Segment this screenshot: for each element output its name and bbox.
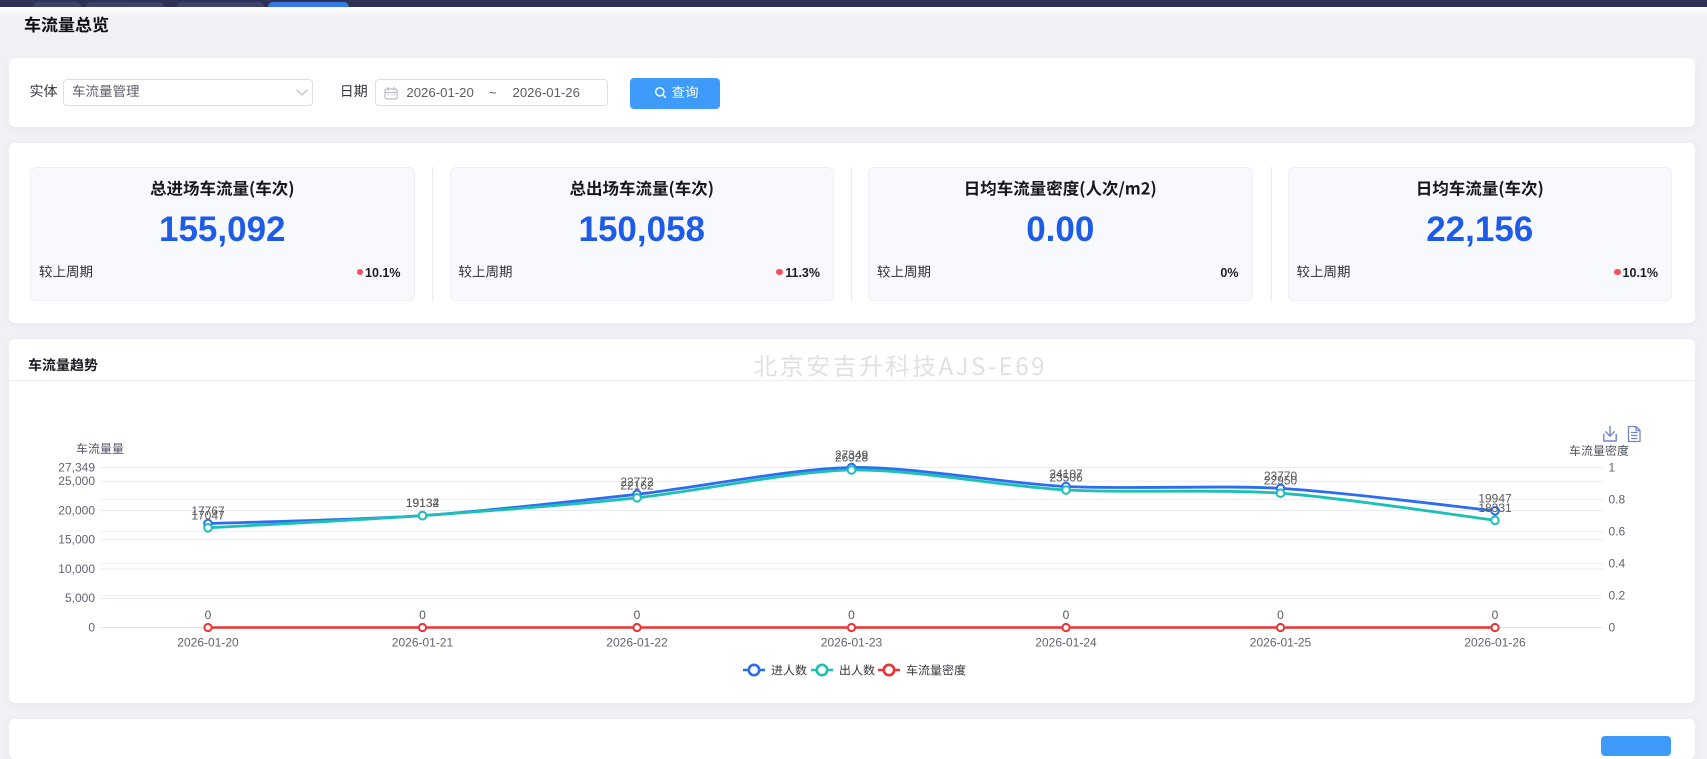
svg-text:0.4: 0.4 — [1609, 557, 1626, 571]
svg-text:27,349: 27,349 — [58, 461, 95, 475]
svg-text:15,000: 15,000 — [58, 533, 95, 547]
svg-text:1: 1 — [1609, 461, 1616, 475]
svg-text:0: 0 — [1277, 608, 1284, 622]
svg-text:2026-01-24: 2026-01-24 — [1035, 636, 1097, 650]
svg-text:0: 0 — [1609, 621, 1616, 635]
svg-text:20,000: 20,000 — [58, 504, 95, 518]
svg-text:22162: 22162 — [620, 478, 654, 492]
svg-text:2026-01-22: 2026-01-22 — [606, 636, 668, 650]
svg-text:23506: 23506 — [1049, 471, 1083, 485]
svg-text:0: 0 — [634, 608, 641, 622]
svg-text:2026-01-26: 2026-01-26 — [1464, 636, 1526, 650]
svg-text:0: 0 — [419, 608, 426, 622]
svg-text:0: 0 — [205, 608, 212, 622]
svg-text:0: 0 — [88, 621, 95, 635]
svg-text:19132: 19132 — [406, 496, 440, 510]
svg-text:0: 0 — [1063, 608, 1070, 622]
svg-text:2026-01-20: 2026-01-20 — [177, 636, 239, 650]
svg-text:17047: 17047 — [191, 508, 225, 522]
svg-text:0: 0 — [848, 608, 855, 622]
svg-text:0.8: 0.8 — [1609, 493, 1626, 507]
svg-text:18331: 18331 — [1478, 501, 1512, 515]
svg-text:2026-01-21: 2026-01-21 — [392, 636, 454, 650]
svg-text:25,000: 25,000 — [58, 474, 95, 488]
svg-text:26928: 26928 — [835, 451, 869, 465]
svg-text:2026-01-23: 2026-01-23 — [821, 636, 883, 650]
svg-text:0.6: 0.6 — [1609, 525, 1626, 539]
svg-text:0.2: 0.2 — [1609, 589, 1626, 603]
svg-text:2026-01-25: 2026-01-25 — [1250, 636, 1312, 650]
svg-text:0: 0 — [1492, 608, 1499, 622]
svg-text:5,000: 5,000 — [65, 591, 95, 605]
svg-text:10,000: 10,000 — [58, 562, 95, 576]
svg-text:22950: 22950 — [1264, 474, 1298, 488]
